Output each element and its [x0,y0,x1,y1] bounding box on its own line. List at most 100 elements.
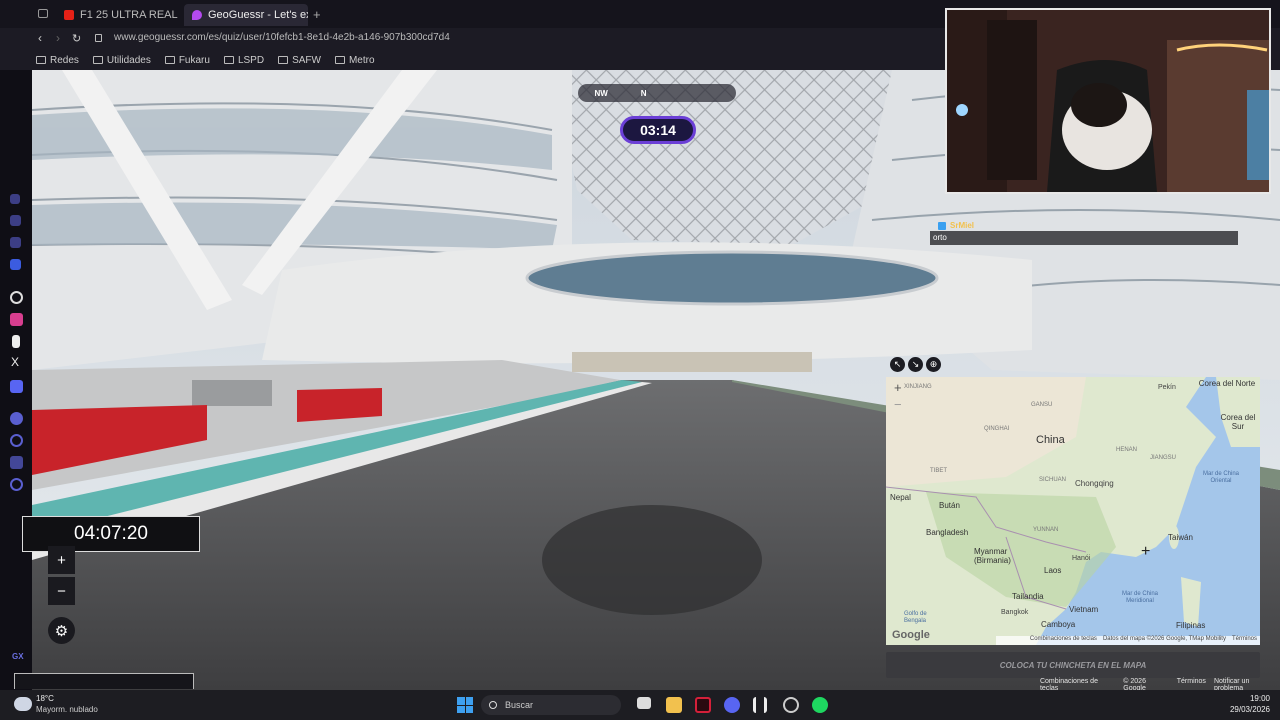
map-label-corea-sur: Corea del Sur [1220,413,1256,431]
folder-icon [92,56,103,64]
map-zoom-out-button[interactable]: − [894,397,902,412]
gx-label: GX [12,652,24,661]
map-label-taiwan: Taiwán [1168,533,1193,542]
place-pin-button[interactable]: COLOCA TU CHINCHETA EN EL MAPA [886,652,1260,678]
map-toolbar: ↖ ↘ ⊕ [890,357,941,373]
webcam-overlay [945,8,1271,194]
map-label-chongqing: Chongqing [1075,479,1114,488]
map-label-filipinas: Filipinas [1176,621,1206,630]
zoom-out-button[interactable]: − [48,577,75,605]
file-explorer-icon[interactable] [666,697,682,713]
round-timer: 03:14 [620,116,696,144]
music-icon[interactable] [10,412,23,425]
history-icon[interactable] [10,434,23,447]
robot-icon[interactable] [10,215,21,226]
attr-data: Datos del mapa ©2026 Google, TMap Mobili… [1102,636,1226,642]
attr-shortcuts[interactable]: Combinaciones de teclas [1030,636,1097,645]
clock-date[interactable]: 29/03/2026 [1230,705,1270,714]
bookmark-folder[interactable]: Metro [334,54,375,66]
map-zoom-in-button[interactable]: + [894,380,902,395]
audio-meter-icon[interactable] [753,697,767,713]
map-label-henan: HENAN [1116,447,1138,453]
tab-title: F1 25 ULTRA REALISTIC C [80,9,178,21]
clock-time[interactable]: 19:00 [1250,694,1270,703]
bookmark-label: Utilidades [106,54,151,66]
bookmark-label: LSPD [237,54,265,66]
bookmark-label: Metro [348,54,375,66]
tiktok-icon[interactable] [12,335,20,348]
map-label-china: China [1036,434,1065,446]
footer-shortcuts-link[interactable]: Combinaciones de teclas [1040,678,1115,692]
discord-icon[interactable] [724,697,740,713]
windows-taskbar: 18°C Mayorm. nublado Buscar 19:00 29/03/… [0,690,1280,720]
bookmark-label: Redes [50,54,79,66]
chat-text-bar: orto [930,231,1238,245]
bottom-left-frame [14,673,194,689]
instagram-icon[interactable] [10,313,23,326]
guess-map[interactable]: + − XINJIANG GANSU QINGHAI China Pekín H… [886,377,1260,645]
start-button[interactable] [457,697,473,713]
map-label-vietnam: Vietnam [1069,605,1099,614]
pen-icon[interactable] [10,237,21,248]
pin-map-icon[interactable]: ⊕ [926,357,941,372]
reload-icon[interactable]: ↻ [72,32,81,45]
folder-icon [164,56,175,64]
weather-desc[interactable]: Mayorm. nublado [36,705,98,714]
map-label-qinghai: QINGHAI [984,426,1010,432]
footer-report-link[interactable]: Notificar un problema [1214,678,1278,692]
bookmark-folder[interactable]: SAFW [278,55,321,66]
chat-message: SrMiel orto [930,219,1238,247]
zoom-in-button[interactable]: + [48,546,75,574]
url-field[interactable]: www.geoguessr.com/es/quiz/user/10fefcb1-… [114,32,450,43]
bookmark-folder[interactable]: LSPD [223,54,265,66]
opera-gx-icon[interactable] [695,697,711,713]
weather-icon[interactable] [14,697,32,711]
discord-icon[interactable] [10,380,23,393]
new-tab-button[interactable]: + [313,7,321,22]
chat-header: SrMiel [938,221,974,230]
map-label-bangladesh: Bangladesh [926,528,969,537]
shopping-icon[interactable] [10,194,20,204]
chat-badge-icon [938,221,946,230]
map-attribution: Combinaciones de teclas Datos del mapa ©… [996,636,1260,645]
compass-mark-n: N [640,88,647,98]
bookmark-folder[interactable]: Fukaru [164,54,210,66]
map-label-myanmar: Myanmar (Birmania) [974,547,1011,565]
taskbar-search[interactable]: Buscar [481,695,621,715]
task-view-icon[interactable] [637,697,651,709]
lock-icon [95,34,102,42]
shrink-map-icon[interactable]: ↘ [908,357,923,372]
messenger-icon[interactable] [10,259,21,270]
x-icon[interactable]: X [11,355,19,369]
extensions-icon[interactable] [10,456,23,469]
weather-temp[interactable]: 18°C [36,694,54,703]
map-label-corea-norte: Corea del Norte [1198,379,1256,388]
tab-overview-icon[interactable] [38,9,48,18]
map-label-sichuan: SICHUAN [1039,477,1067,483]
map-label-laos: Laos [1044,566,1062,575]
bookmark-folder[interactable]: Redes [36,55,79,66]
chatgpt-icon[interactable] [10,291,23,304]
map-label-gansu: GANSU [1031,402,1053,408]
map-label-camboya: Camboya [1041,620,1076,629]
map-label-mar-china-oriental: Mar de China Oriental [1202,471,1240,484]
bookmark-label: Fukaru [178,54,210,66]
folder-icon [278,56,289,64]
spotify-icon[interactable] [812,697,828,713]
forward-icon[interactable]: › [56,31,60,45]
sidebar-settings-icon[interactable] [10,478,23,491]
back-icon[interactable]: ‹ [38,31,42,45]
attr-terms[interactable]: Términos [1232,636,1257,645]
footer-terms-link[interactable]: Términos [1177,678,1206,690]
map-pin-icon [192,10,202,20]
tab-geoguessr[interactable]: GeoGuessr - Let's explore [184,4,308,26]
steam-icon[interactable] [783,697,799,713]
bookmark-folder[interactable]: Utilidades [92,54,151,66]
map-label-pekin: Pekín [1158,384,1176,391]
map-label-tibet: TIBET [930,468,948,474]
folder-icon [36,56,46,64]
settings-button[interactable]: ⚙ [48,617,75,644]
search-icon [489,701,497,709]
tab-youtube[interactable]: F1 25 ULTRA REALISTIC C [56,4,178,26]
expand-map-icon[interactable]: ↖ [890,357,905,372]
